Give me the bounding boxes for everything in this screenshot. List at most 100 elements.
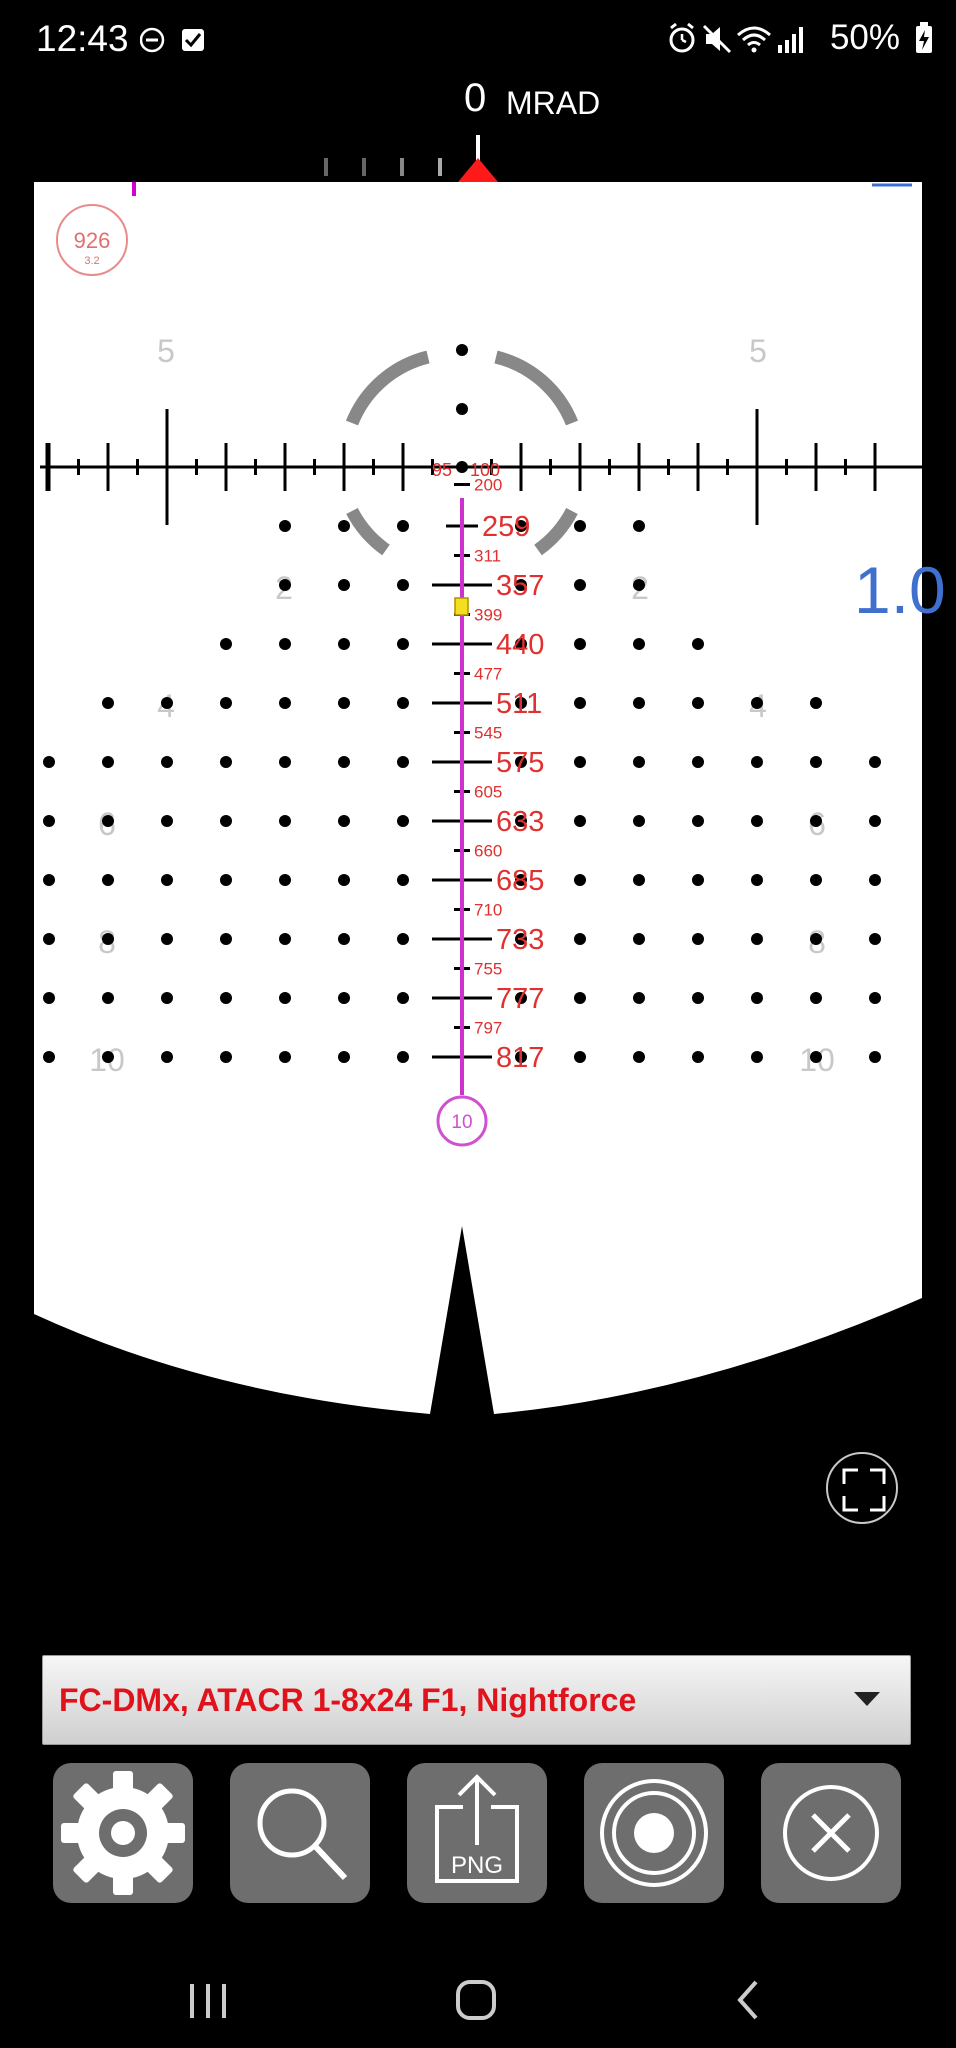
hold-dot	[810, 815, 822, 827]
close-button[interactable]	[761, 1763, 901, 1903]
hold-dot	[397, 933, 409, 945]
hold-dot	[397, 756, 409, 768]
bdc-major-label: 440	[496, 629, 544, 661]
windage-scale	[324, 135, 480, 176]
hold-dot	[751, 874, 763, 886]
back-button[interactable]	[706, 1970, 786, 2030]
recent-apps-icon	[190, 1984, 226, 2018]
hold-dot	[338, 638, 350, 650]
hold-dot	[869, 756, 881, 768]
zoom-button[interactable]	[230, 1763, 370, 1903]
bottom-marker[interactable]: 10	[436, 1095, 488, 1147]
bdc-minor-label: 797	[474, 1019, 502, 1038]
hold-dot	[161, 992, 173, 1004]
hold-dot	[397, 579, 409, 591]
hold-dot	[279, 520, 291, 532]
hold-dot	[692, 697, 704, 709]
hold-dot	[633, 697, 645, 709]
hold-number: 5	[157, 333, 175, 369]
hold-dot	[751, 992, 763, 1004]
hold-dot	[220, 815, 232, 827]
bdc-minor-label: 660	[474, 842, 502, 861]
hold-dot	[869, 1051, 881, 1063]
settings-button[interactable]	[53, 1763, 193, 1903]
hold-dot	[279, 638, 291, 650]
bdc-minor-label: 755	[474, 960, 502, 979]
bdc-minor-label: 477	[474, 665, 502, 684]
bdc-minor-label: 605	[474, 783, 502, 802]
hold-dot	[102, 992, 114, 1004]
hold-dot	[574, 933, 586, 945]
home-button[interactable]	[436, 1970, 516, 2030]
hold-dot	[161, 697, 173, 709]
recent-apps-button[interactable]	[168, 1970, 248, 2030]
bdc-major-label: 575	[496, 747, 544, 779]
hold-dot	[397, 992, 409, 1004]
hold-dot	[338, 992, 350, 1004]
hold-dot	[279, 756, 291, 768]
hold-dot	[692, 874, 704, 886]
hold-dot	[633, 520, 645, 532]
hold-dot	[810, 697, 822, 709]
hold-dot	[102, 874, 114, 886]
hold-dot	[810, 992, 822, 1004]
windage-pointer-icon	[458, 158, 498, 182]
hold-dot	[43, 815, 55, 827]
hold-dot	[220, 992, 232, 1004]
hold-dot	[633, 579, 645, 591]
hold-dot	[692, 992, 704, 1004]
hold-dot	[810, 874, 822, 886]
hold-dot	[338, 933, 350, 945]
hold-dot	[338, 815, 350, 827]
hold-dot	[338, 756, 350, 768]
hold-dot	[338, 1051, 350, 1063]
hold-dot	[397, 697, 409, 709]
system-nav-bar	[0, 1940, 956, 2048]
bdc-minor-label: 710	[474, 901, 502, 920]
hold-dot	[633, 992, 645, 1004]
hold-dot	[102, 1051, 114, 1063]
back-icon	[737, 1980, 758, 2020]
bdc-major-label: 633	[496, 806, 544, 838]
hold-dot	[161, 756, 173, 768]
hold-dot	[810, 1051, 822, 1063]
hold-dot	[574, 874, 586, 886]
hold-dot	[397, 1051, 409, 1063]
hold-dot	[574, 815, 586, 827]
hold-dot	[810, 756, 822, 768]
bdc-major-label: 511	[496, 688, 542, 720]
bottom-marker-label: 10	[451, 1112, 472, 1133]
hold-dot	[102, 697, 114, 709]
bdc-major-label: 733	[496, 924, 544, 956]
hold-dot	[692, 933, 704, 945]
fullscreen-button[interactable]	[826, 1452, 898, 1524]
hold-dot	[43, 756, 55, 768]
hold-dot	[692, 815, 704, 827]
hold-dot	[574, 697, 586, 709]
hold-dot	[102, 933, 114, 945]
toolbar: PNG	[0, 1763, 956, 1903]
hold-dot	[633, 933, 645, 945]
target-button[interactable]	[584, 1763, 724, 1903]
bdc-minor-label: 545	[474, 724, 502, 743]
hold-dot	[279, 1051, 291, 1063]
hold-dot	[574, 756, 586, 768]
bdc-major-label: 817	[496, 1042, 544, 1074]
reticle-view[interactable]: 926 3.2 1.0 5 5 2 2 4 4 6 6 8 8 10 10 95…	[0, 0, 956, 1460]
hold-dot	[397, 874, 409, 886]
hold-dot	[810, 933, 822, 945]
hold-dot	[633, 1051, 645, 1063]
chevron-down-icon	[854, 1692, 880, 1706]
range-badge-sub: 3.2	[84, 255, 99, 267]
side-value: 1.0	[854, 553, 946, 627]
export-png-button[interactable]: PNG	[407, 1763, 547, 1903]
hold-dot	[751, 1051, 763, 1063]
hold-dot	[751, 815, 763, 827]
bdc-minor-label: 200	[474, 476, 502, 495]
hold-dot	[279, 579, 291, 591]
bdc-major-label: 777	[496, 983, 544, 1015]
hold-dot	[751, 756, 763, 768]
range-badge-value: 926	[74, 228, 111, 253]
hold-dot	[220, 1051, 232, 1063]
reticle-selector[interactable]: FC-DMx, ATACR 1-8x24 F1, Nightforce	[42, 1655, 911, 1745]
